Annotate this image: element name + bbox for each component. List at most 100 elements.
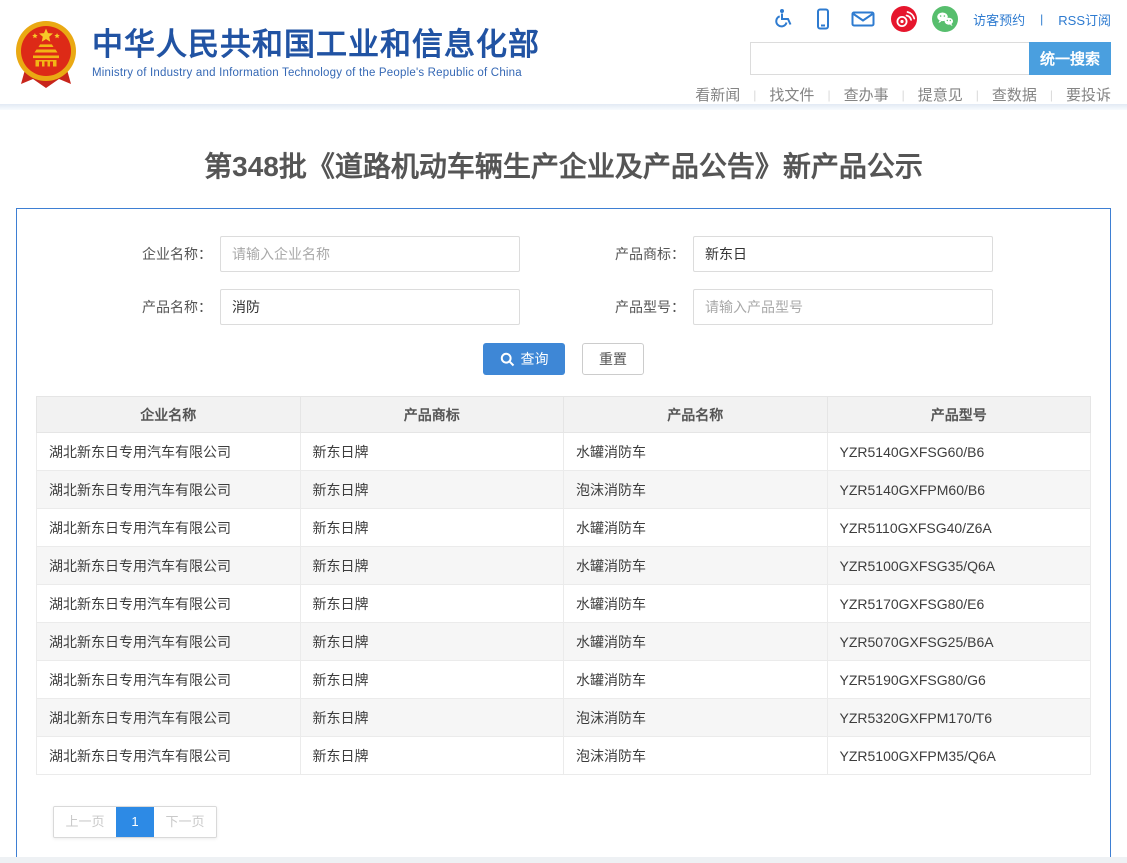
table-cell: 新东日牌 bbox=[300, 433, 564, 471]
table-cell: YZR5190GXFSG80/G6 bbox=[827, 661, 1091, 699]
weibo-icon[interactable] bbox=[891, 6, 917, 32]
table-cell: 新东日牌 bbox=[300, 623, 564, 661]
column-header: 企业名称 bbox=[37, 397, 301, 433]
form-row-2: 产品名称： 产品型号： bbox=[17, 289, 1110, 325]
site-logo-link[interactable]: 中华人民共和国工业和信息化部 Ministry of Industry and … bbox=[14, 20, 540, 92]
current-page-button[interactable]: 1 bbox=[116, 807, 154, 837]
table-cell: 水罐消防车 bbox=[564, 547, 828, 585]
table-cell: 新东日牌 bbox=[300, 699, 564, 737]
site-title-block: 中华人民共和国工业和信息化部 Ministry of Industry and … bbox=[92, 20, 540, 79]
column-header: 产品名称 bbox=[564, 397, 828, 433]
product-model-field-group: 产品型号： bbox=[595, 289, 993, 325]
column-header: 产品商标 bbox=[300, 397, 564, 433]
table-cell: 新东日牌 bbox=[300, 471, 564, 509]
table-cell: 湖北新东日专用汽车有限公司 bbox=[37, 547, 301, 585]
visitor-appointment-link[interactable]: 访客预约 bbox=[973, 10, 1025, 29]
table-cell: 湖北新东日专用汽车有限公司 bbox=[37, 585, 301, 623]
site-header: 中华人民共和国工业和信息化部 Ministry of Industry and … bbox=[0, 0, 1127, 110]
site-subtitle: Ministry of Industry and Information Tec… bbox=[92, 67, 540, 79]
table-cell: 水罐消防车 bbox=[564, 585, 828, 623]
top-nav: 看新闻|找文件|查办事|提意见|查数据|要投诉 bbox=[695, 84, 1111, 105]
column-header: 产品型号 bbox=[827, 397, 1091, 433]
prev-page-button[interactable]: 上一页 bbox=[54, 807, 116, 837]
unified-search-button[interactable]: 统一搜索 bbox=[1029, 42, 1111, 75]
table-cell: YZR5140GXFSG60/B6 bbox=[827, 433, 1091, 471]
results-table-header-row: 企业名称产品商标产品名称产品型号 bbox=[37, 397, 1091, 433]
product-trademark-label: 产品商标： bbox=[595, 244, 685, 264]
header-divider bbox=[0, 104, 1127, 110]
product-name-field-group: 产品名称： bbox=[122, 289, 520, 325]
table-cell: 泡沫消防车 bbox=[564, 471, 828, 509]
company-name-field-group: 企业名称： bbox=[122, 236, 520, 272]
table-row: 湖北新东日专用汽车有限公司新东日牌水罐消防车YZR5190GXFSG80/G6 bbox=[37, 661, 1091, 699]
nav-separator: | bbox=[753, 88, 756, 102]
table-cell: 湖北新东日专用汽车有限公司 bbox=[37, 699, 301, 737]
announcement-panel: 企业名称： 产品商标： 产品名称： 产品型号： bbox=[16, 208, 1111, 862]
page: 中华人民共和国工业和信息化部 Ministry of Industry and … bbox=[0, 0, 1127, 863]
wechat-icon[interactable] bbox=[932, 6, 958, 32]
top-nav-item[interactable]: 提意见 bbox=[918, 84, 963, 105]
table-row: 湖北新东日专用汽车有限公司新东日牌泡沫消防车YZR5100GXFPM35/Q6A bbox=[37, 737, 1091, 775]
quick-links-separator: | bbox=[1040, 12, 1043, 26]
national-emblem-icon bbox=[14, 20, 78, 92]
nav-separator: | bbox=[1050, 88, 1053, 102]
table-cell: 泡沫消防车 bbox=[564, 737, 828, 775]
product-trademark-input[interactable] bbox=[693, 236, 993, 272]
table-cell: YZR5140GXFPM60/B6 bbox=[827, 471, 1091, 509]
site-search-input[interactable] bbox=[750, 42, 1029, 75]
next-page-button[interactable]: 下一页 bbox=[154, 807, 216, 837]
results-table: 企业名称产品商标产品名称产品型号 湖北新东日专用汽车有限公司新东日牌水罐消防车Y… bbox=[36, 396, 1091, 775]
table-cell: 新东日牌 bbox=[300, 509, 564, 547]
query-button[interactable]: 查询 bbox=[483, 343, 565, 375]
site-search-bar: 统一搜索 bbox=[750, 42, 1111, 75]
table-cell: YZR5100GXFSG35/Q6A bbox=[827, 547, 1091, 585]
table-row: 湖北新东日专用汽车有限公司新东日牌水罐消防车YZR5170GXFSG80/E6 bbox=[37, 585, 1091, 623]
product-name-input[interactable] bbox=[220, 289, 520, 325]
product-name-label: 产品名称： bbox=[122, 297, 212, 317]
query-button-label: 查询 bbox=[521, 349, 549, 369]
site-title: 中华人民共和国工业和信息化部 bbox=[92, 28, 540, 62]
table-row: 湖北新东日专用汽车有限公司新东日牌泡沫消防车YZR5140GXFPM60/B6 bbox=[37, 471, 1091, 509]
table-cell: 湖北新东日专用汽车有限公司 bbox=[37, 433, 301, 471]
table-cell: 新东日牌 bbox=[300, 585, 564, 623]
table-cell: 湖北新东日专用汽车有限公司 bbox=[37, 661, 301, 699]
company-name-input[interactable] bbox=[220, 236, 520, 272]
header-quick-row: 访客预约 | RSS订阅 bbox=[772, 6, 1111, 32]
table-cell: YZR5110GXFSG40/Z6A bbox=[827, 509, 1091, 547]
rss-subscribe-link[interactable]: RSS订阅 bbox=[1058, 10, 1111, 29]
table-cell: YZR5320GXFPM170/T6 bbox=[827, 699, 1091, 737]
table-row: 湖北新东日专用汽车有限公司新东日牌水罐消防车YZR5100GXFSG35/Q6A bbox=[37, 547, 1091, 585]
table-row: 湖北新东日专用汽车有限公司新东日牌水罐消防车YZR5140GXFSG60/B6 bbox=[37, 433, 1091, 471]
accessibility-icon[interactable] bbox=[772, 7, 796, 31]
top-nav-item[interactable]: 查办事 bbox=[844, 84, 889, 105]
table-cell: 泡沫消防车 bbox=[564, 699, 828, 737]
table-cell: 新东日牌 bbox=[300, 547, 564, 585]
table-row: 湖北新东日专用汽车有限公司新东日牌水罐消防车YZR5110GXFSG40/Z6A bbox=[37, 509, 1091, 547]
nav-separator: | bbox=[976, 88, 979, 102]
top-nav-item[interactable]: 看新闻 bbox=[695, 84, 740, 105]
top-nav-item[interactable]: 找文件 bbox=[769, 84, 814, 105]
search-icon bbox=[500, 352, 515, 367]
table-cell: 水罐消防车 bbox=[564, 433, 828, 471]
table-cell: 湖北新东日专用汽车有限公司 bbox=[37, 471, 301, 509]
page-title: 第348批《道路机动车辆生产企业及产品公告》新产品公示 bbox=[0, 145, 1127, 185]
table-cell: YZR5100GXFPM35/Q6A bbox=[827, 737, 1091, 775]
mail-icon[interactable] bbox=[850, 7, 876, 31]
table-row: 湖北新东日专用汽车有限公司新东日牌泡沫消防车YZR5320GXFPM170/T6 bbox=[37, 699, 1091, 737]
nav-separator: | bbox=[827, 88, 830, 102]
table-cell: 水罐消防车 bbox=[564, 623, 828, 661]
table-cell: 水罐消防车 bbox=[564, 661, 828, 699]
top-nav-item[interactable]: 要投诉 bbox=[1066, 84, 1111, 105]
mobile-icon[interactable] bbox=[811, 7, 835, 31]
table-cell: 湖北新东日专用汽车有限公司 bbox=[37, 623, 301, 661]
results-table-body: 湖北新东日专用汽车有限公司新东日牌水罐消防车YZR5140GXFSG60/B6湖… bbox=[37, 433, 1091, 775]
table-cell: YZR5070GXFSG25/B6A bbox=[827, 623, 1091, 661]
pagination: 上一页 1 下一页 bbox=[53, 806, 217, 838]
product-trademark-field-group: 产品商标： bbox=[595, 236, 993, 272]
reset-button[interactable]: 重置 bbox=[582, 343, 644, 375]
top-nav-item[interactable]: 查数据 bbox=[992, 84, 1037, 105]
form-actions: 查询 重置 bbox=[17, 343, 1110, 375]
product-model-label: 产品型号： bbox=[595, 297, 685, 317]
product-model-input[interactable] bbox=[693, 289, 993, 325]
table-cell: 水罐消防车 bbox=[564, 509, 828, 547]
